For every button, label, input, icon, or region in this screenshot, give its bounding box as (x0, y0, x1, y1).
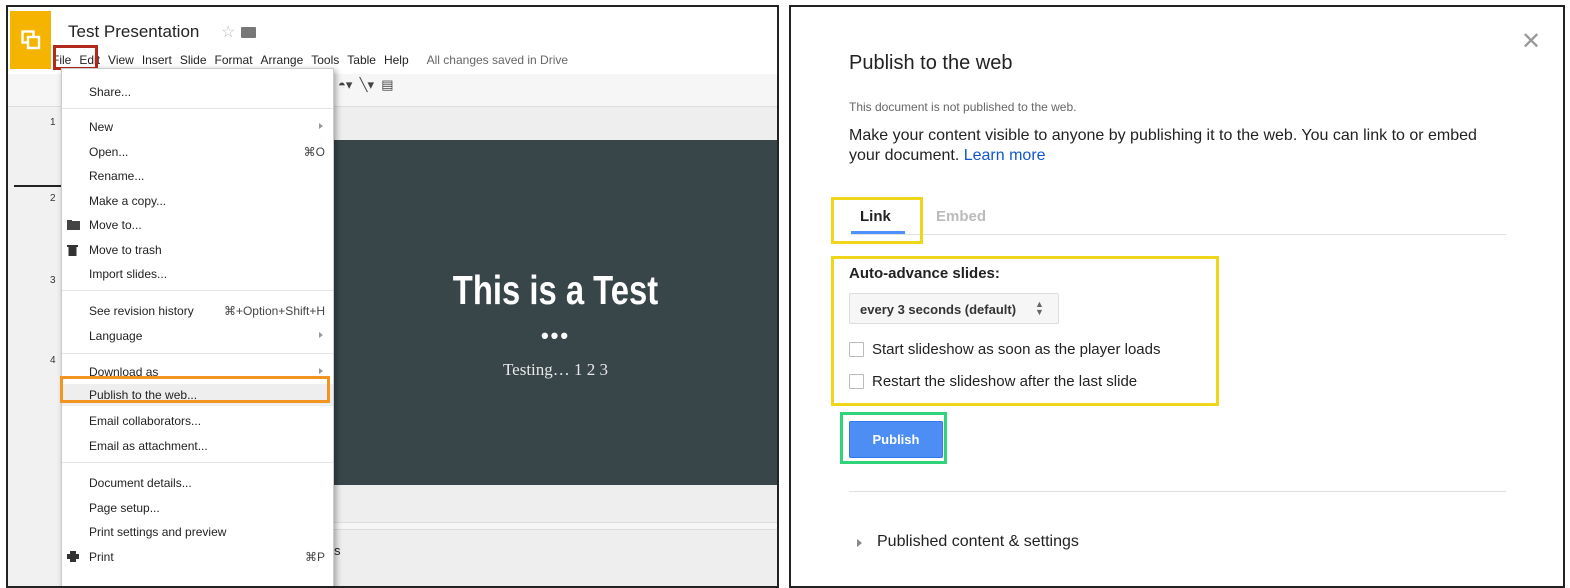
menu-item-move-to[interactable]: Move to... (62, 214, 333, 236)
menu-slide[interactable]: Slide (176, 53, 211, 67)
menu-item-print-settings[interactable]: Print settings and preview (62, 521, 333, 543)
menu-item-share[interactable]: Share... (62, 81, 333, 103)
folder-icon[interactable] (241, 27, 256, 38)
menu-item-document-details[interactable]: Document details... (62, 472, 333, 494)
menu-item-label: Print (89, 550, 114, 564)
save-status: All changes saved in Drive (426, 53, 569, 67)
menu-item-label: Open... (89, 145, 129, 159)
folder-icon (67, 219, 80, 233)
dialog-description: Make your content visible to anyone by p… (849, 126, 1489, 166)
menu-format[interactable]: Format (211, 53, 257, 67)
tab-divider (851, 234, 1506, 235)
publish-dialog-panel: ✕ Publish to the web This document is no… (789, 5, 1565, 588)
trash-icon (67, 244, 78, 259)
menu-item-label: Import slides... (89, 267, 168, 281)
menu-item-label: Move to trash (89, 243, 162, 257)
menu-help[interactable]: Help (380, 53, 413, 67)
menu-view[interactable]: View (104, 53, 138, 67)
expand-triangle-icon[interactable] (857, 539, 862, 547)
menu-arrange[interactable]: Arrange (257, 53, 308, 67)
file-menu-highlight (53, 45, 98, 70)
menu-item-label: Rename... (89, 169, 145, 183)
menu-item-import-slides[interactable]: Import slides... (62, 263, 333, 285)
shortcut: ⌘P (304, 550, 325, 564)
shape-icon[interactable]: ◓▾ (338, 77, 352, 92)
shortcut: ⌘+Option+Shift+H (223, 304, 325, 318)
menu-item-label: Email collaborators... (89, 414, 202, 428)
menu-insert[interactable]: Insert (138, 53, 176, 67)
print-icon (67, 551, 79, 565)
menu-divider (62, 353, 333, 354)
menu-item-label: Print settings and preview (89, 525, 227, 539)
star-icon[interactable]: ☆ (221, 22, 235, 42)
menu-item-make-copy[interactable]: Make a copy... (62, 190, 333, 212)
options-highlight (831, 256, 1219, 406)
menu-item-print[interactable]: Print ⌘P (62, 546, 333, 568)
submenu-arrow-icon (319, 368, 323, 374)
link-tab-highlight (831, 197, 923, 244)
toolbar-shape-icons[interactable]: ◓▾ ╲▾ ▤ (338, 77, 394, 93)
line-icon[interactable]: ╲▾ (356, 77, 378, 92)
menu-item-revision-history[interactable]: See revision history ⌘+Option+Shift+H (62, 300, 333, 322)
menu-item-label: Move to... (89, 218, 142, 232)
menu-tools[interactable]: Tools (307, 53, 343, 67)
slides-logo-icon[interactable] (10, 11, 51, 69)
menu-item-label: Make a copy... (89, 194, 167, 208)
section-divider (849, 491, 1506, 492)
submenu-arrow-icon (319, 332, 323, 338)
slide-dots: ••• (540, 323, 571, 348)
slide-title[interactable]: This is a Test (375, 267, 736, 314)
publish-status: This document is not published to the we… (849, 100, 1077, 114)
menu-divider (62, 462, 333, 463)
slide-number: 2 (50, 193, 56, 204)
slides-editor-panel: Test Presentation ☆ File Edit View Inser… (6, 5, 779, 588)
menu-item-open[interactable]: Open... ⌘O (62, 141, 333, 163)
menu-item-rename[interactable]: Rename... (62, 165, 333, 187)
menu-item-page-setup[interactable]: Page setup... (62, 497, 333, 519)
menu-item-label: See revision history (89, 304, 194, 318)
tab-embed[interactable]: Embed (936, 208, 986, 225)
menu-item-language[interactable]: Language (62, 325, 333, 347)
menu-item-email-collaborators[interactable]: Email collaborators... (62, 410, 333, 432)
menu-bar: File Edit View Insert Slide Format Arran… (48, 51, 568, 69)
submenu-arrow-icon (319, 123, 323, 129)
description-text: Make your content visible to anyone by p… (849, 127, 1477, 164)
menu-item-email-attachment[interactable]: Email as attachment... (62, 435, 333, 457)
publish-button-highlight (840, 412, 947, 464)
comment-icon[interactable]: ▤ (381, 77, 393, 92)
learn-more-link[interactable]: Learn more (964, 147, 1046, 164)
dialog-title: Publish to the web (849, 52, 1013, 74)
menu-item-label: Page setup... (89, 501, 160, 515)
menu-item-move-to-trash[interactable]: Move to trash (62, 239, 333, 261)
file-menu: Share... New Open... ⌘O Rename... Make a … (61, 68, 334, 586)
menu-item-label: Document details... (89, 476, 192, 490)
menu-divider (62, 108, 333, 109)
slide-number: 4 (50, 355, 56, 366)
document-title[interactable]: Test Presentation (68, 22, 199, 42)
slide-subtitle[interactable]: Testing… 1 2 3 (330, 360, 777, 380)
menu-item-label: New (89, 120, 114, 134)
speaker-notes-text[interactable]: s (334, 543, 341, 558)
close-icon[interactable]: ✕ (1521, 27, 1541, 56)
menu-item-label: Language (89, 329, 143, 343)
published-content-settings-toggle[interactable]: Published content & settings (877, 533, 1079, 551)
menu-item-label: Email as attachment... (89, 439, 208, 453)
menu-divider (62, 290, 333, 291)
publish-item-highlight (60, 376, 330, 403)
menu-item-label: Share... (89, 85, 132, 99)
slide-number: 1 (50, 117, 56, 128)
shortcut: ⌘O (303, 145, 325, 159)
slide-number: 3 (50, 275, 56, 286)
menu-table[interactable]: Table (343, 53, 380, 67)
menu-item-new[interactable]: New (62, 116, 333, 138)
